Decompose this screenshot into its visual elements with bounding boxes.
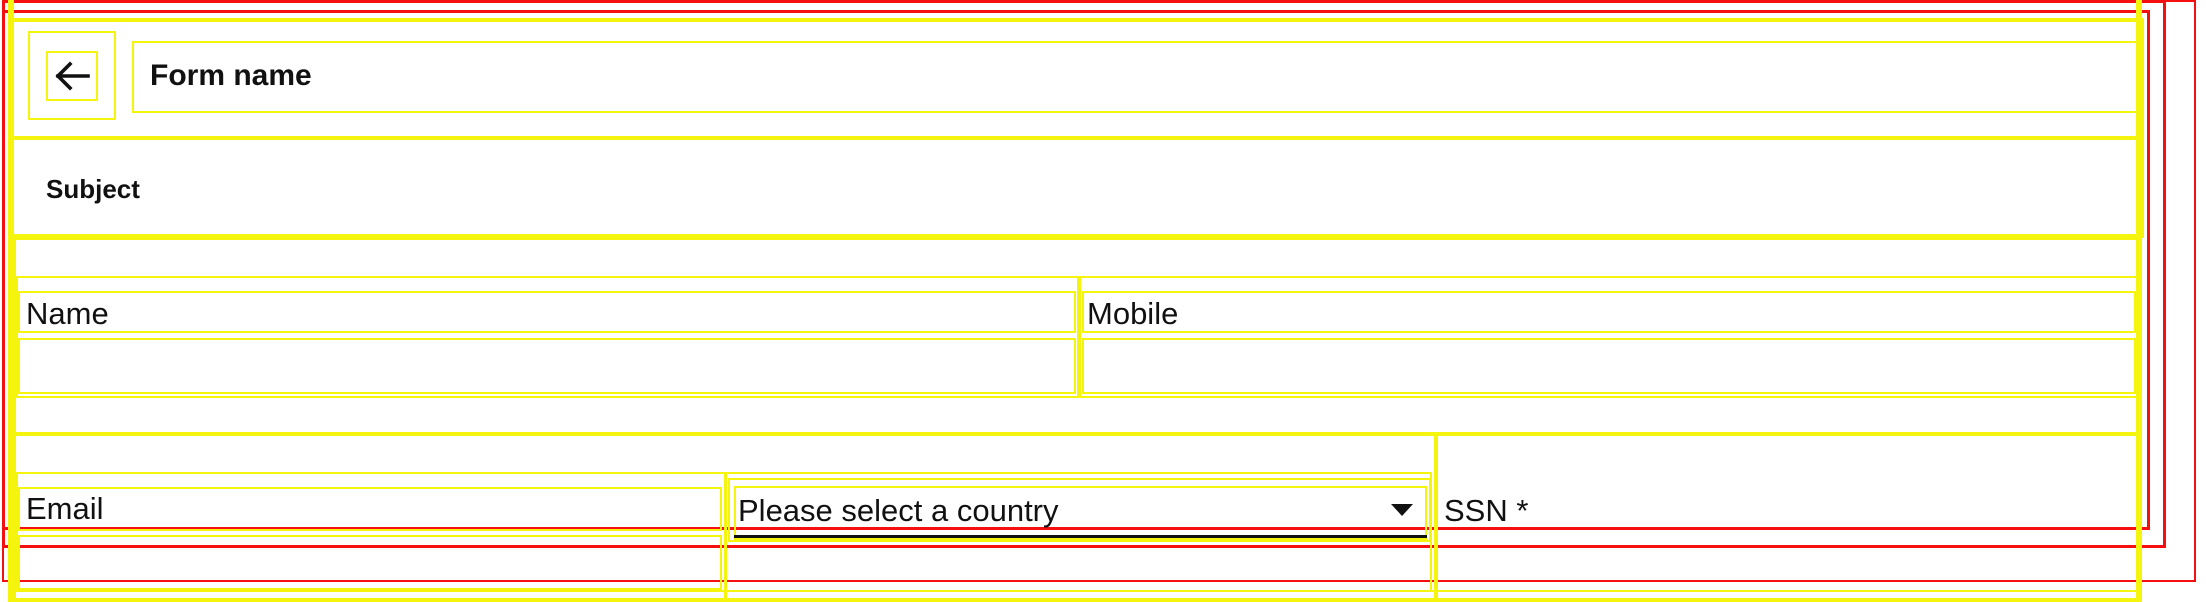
- back-button[interactable]: [46, 51, 98, 101]
- right-yellow-edge: [2136, 0, 2142, 602]
- mobile-label: Mobile: [1087, 296, 1179, 331]
- mobile-label-box: [1082, 291, 2136, 333]
- subject-section: [10, 136, 2144, 238]
- country-select-underline: [734, 535, 1427, 538]
- title-container: [132, 41, 2140, 113]
- next-row-top: [12, 590, 2142, 592]
- email-country-divider: [724, 472, 727, 602]
- page-title: Form name: [150, 59, 312, 92]
- mobile-input[interactable]: [1082, 338, 2136, 394]
- name-label-box: [18, 291, 1076, 333]
- email-label-box: [18, 487, 722, 531]
- name-label: Name: [26, 296, 109, 331]
- email-input[interactable]: [18, 535, 722, 590]
- form-screen: Form name Subject Name Mobile Email Plea…: [0, 0, 2206, 602]
- country-select-value[interactable]: Please select a country: [738, 495, 1059, 526]
- ssn-label: SSN *: [1444, 493, 1529, 528]
- chevron-down-icon[interactable]: [1391, 504, 1413, 516]
- column-divider: [1077, 276, 1081, 398]
- left-yellow-edge: [8, 0, 14, 602]
- subject-label: Subject: [46, 174, 140, 204]
- name-input[interactable]: [18, 338, 1076, 394]
- email-label: Email: [26, 491, 104, 526]
- arrow-left-icon: [55, 61, 90, 91]
